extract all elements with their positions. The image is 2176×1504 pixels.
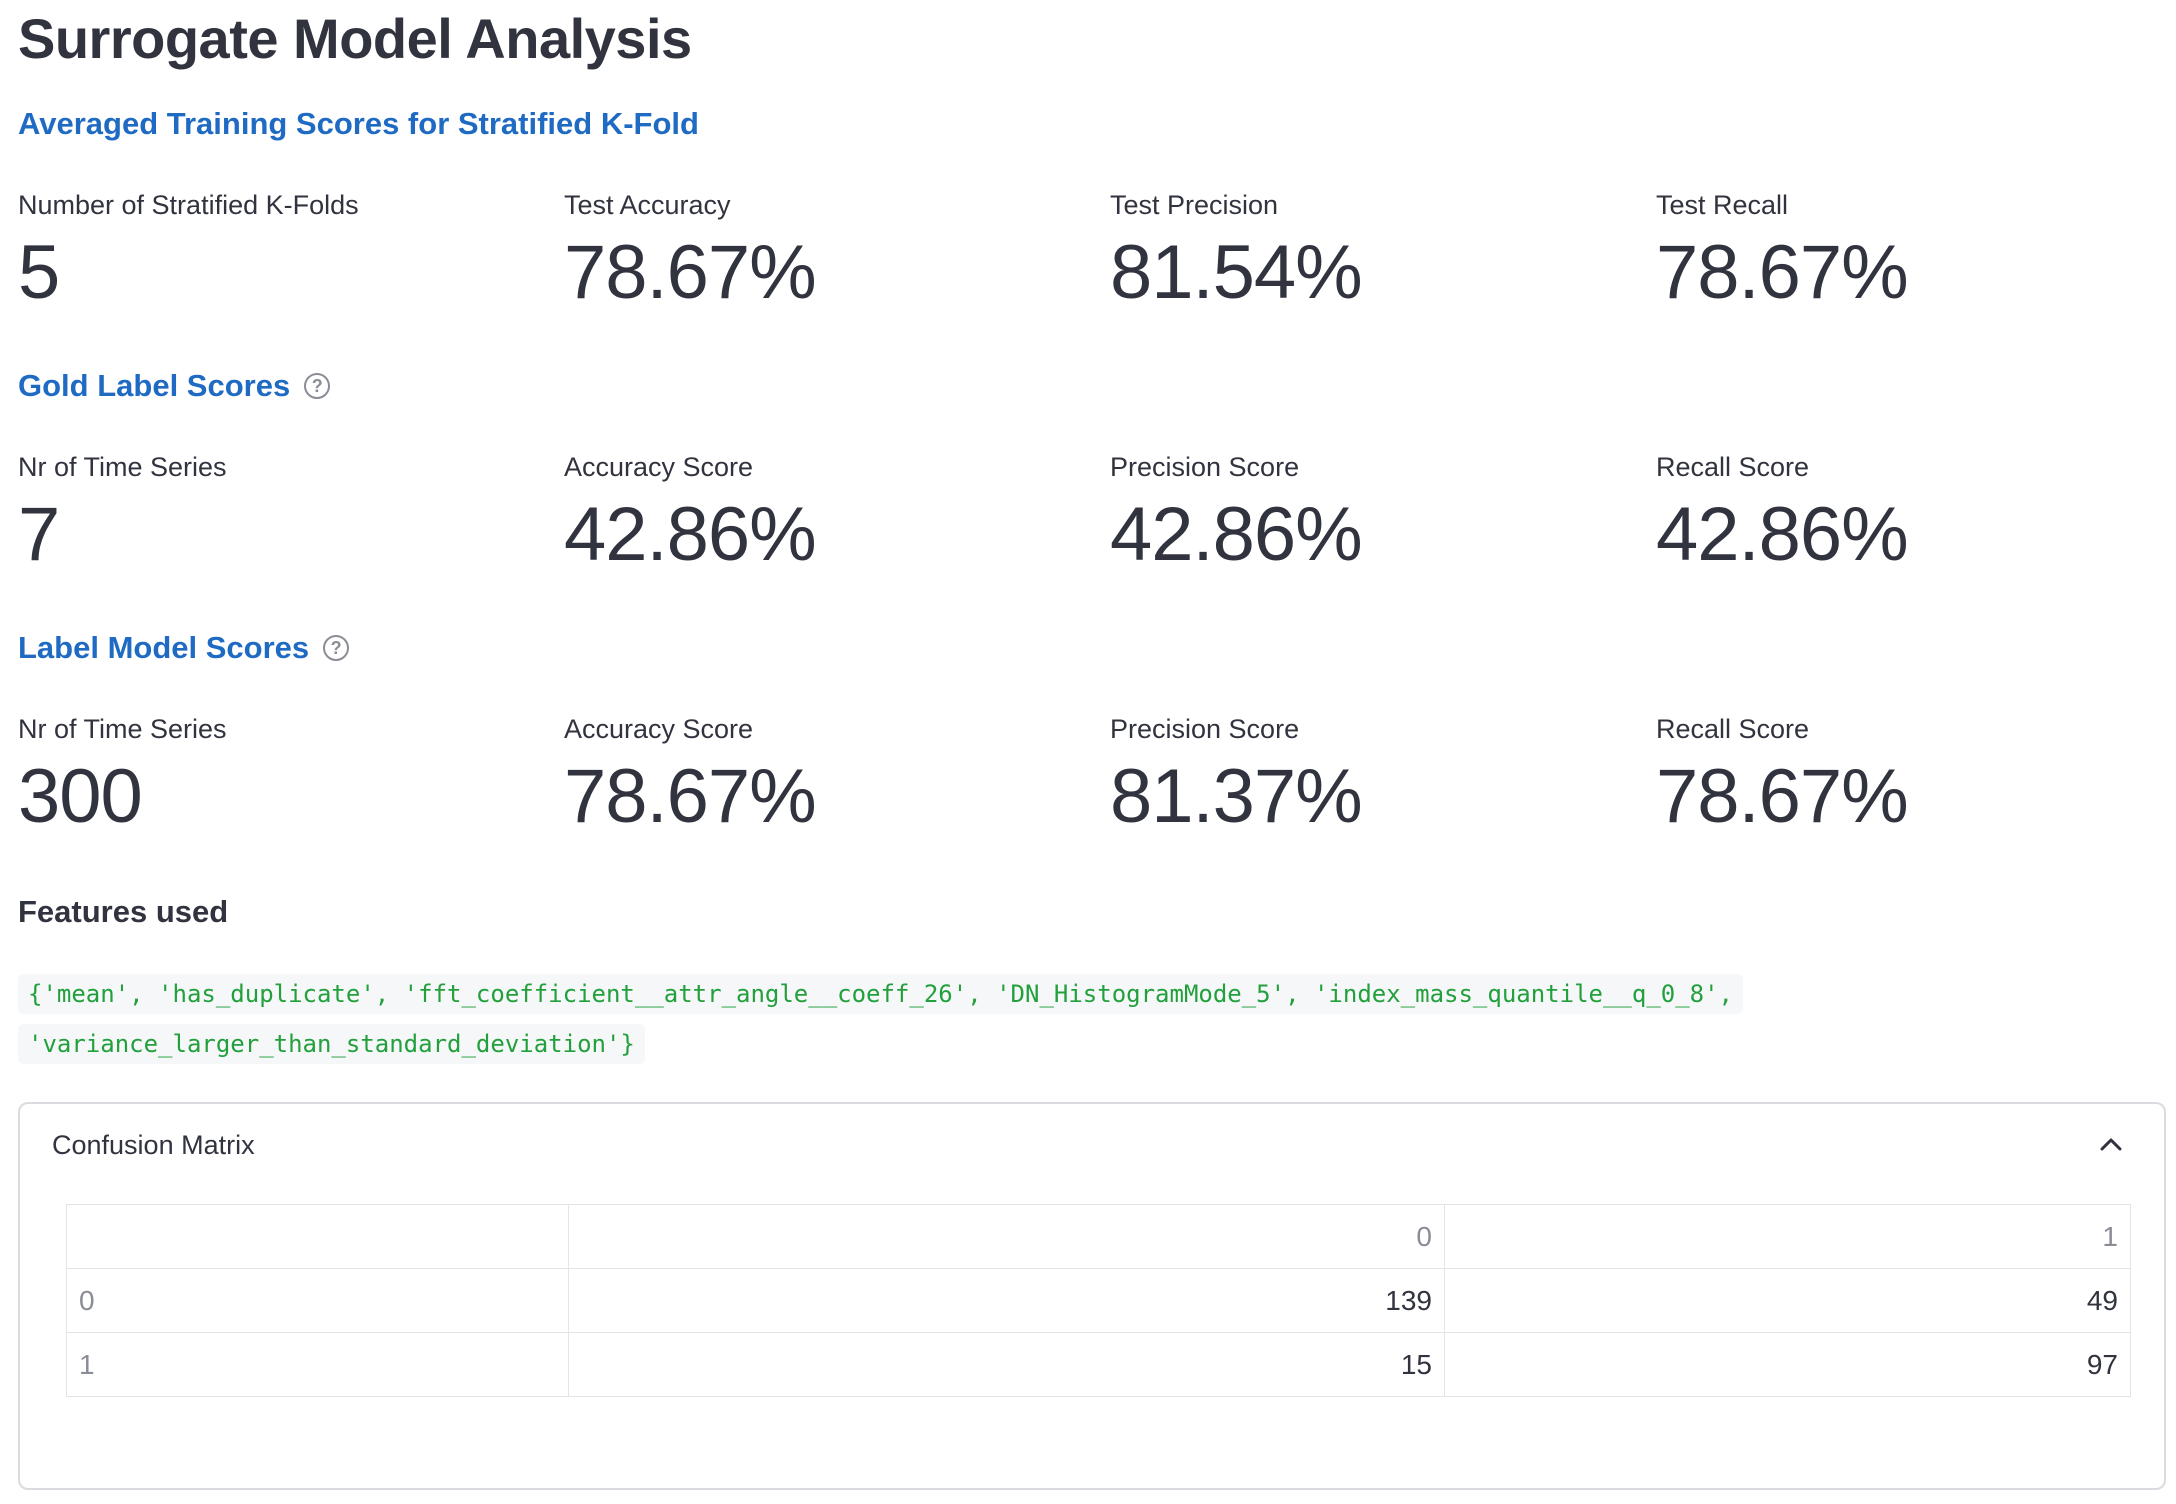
metric-label: Nr of Time Series	[18, 714, 227, 744]
metric-label: Test Precision	[1110, 190, 1279, 220]
metric-value: 78.67%	[1656, 754, 1909, 839]
expander-title[interactable]: Confusion Matrix	[52, 1130, 255, 1161]
metric-label: Number of Stratified K-Folds	[18, 190, 359, 220]
metric-label: Precision Score	[1110, 714, 1300, 744]
training-scores-heading: Averaged Training Scores for Stratified …	[18, 106, 699, 142]
label-model-heading: Label Model Scores ?	[18, 630, 350, 666]
confusion-matrix-table: 0 1 0 139 49 1 15 97	[66, 1204, 2131, 1397]
features-code-line-1: {'mean', 'has_duplicate', 'fft_coefficie…	[18, 974, 1744, 1014]
metric-label: Precision Score	[1110, 452, 1300, 482]
metric-accuracy-score: Accuracy Score 42.86%	[564, 452, 817, 578]
table-header-row: 0 1	[66, 1204, 2131, 1269]
row-index-cell: 0	[66, 1268, 569, 1333]
metric-value: 78.67%	[564, 754, 817, 839]
gold-metrics-row: Nr of Time Series 7 Accuracy Score 42.86…	[18, 452, 2176, 582]
question-circle-icon[interactable]: ?	[304, 373, 331, 399]
gold-label-heading-text: Gold Label Scores	[18, 368, 291, 403]
metric-value: 5	[18, 230, 60, 315]
metric-value: 300	[18, 754, 143, 839]
metric-label: Nr of Time Series	[18, 452, 227, 482]
table-cell: 15	[568, 1332, 1445, 1397]
metric-test-accuracy: Test Accuracy 78.67%	[564, 190, 817, 316]
metric-value: 42.86%	[1110, 492, 1363, 577]
gold-label-heading: Gold Label Scores ?	[18, 368, 331, 404]
table-cell: 97	[1444, 1332, 2131, 1397]
table-row: 0 139 49	[66, 1268, 2131, 1333]
metric-test-recall: Test Recall 78.67%	[1656, 190, 1909, 316]
header-cell: 1	[1444, 1204, 2131, 1269]
metric-nr-time-series: Nr of Time Series 7	[18, 452, 227, 578]
table-cell: 49	[1444, 1268, 2131, 1333]
metric-value: 78.67%	[1656, 230, 1909, 315]
table-cell: 139	[568, 1268, 1445, 1333]
metric-label: Test Accuracy	[564, 190, 731, 220]
metric-value: 42.86%	[1656, 492, 1909, 577]
metric-label: Accuracy Score	[564, 452, 754, 482]
metric-value: 7	[18, 492, 60, 577]
label-model-metrics-row: Nr of Time Series 300 Accuracy Score 78.…	[18, 714, 2176, 844]
label-model-heading-text: Label Model Scores	[18, 630, 310, 665]
metric-accuracy-score: Accuracy Score 78.67%	[564, 714, 817, 840]
metric-value: 42.86%	[564, 492, 817, 577]
metric-value: 81.37%	[1110, 754, 1363, 839]
metric-test-precision: Test Precision 81.54%	[1110, 190, 1363, 316]
features-used-label: Features used	[18, 894, 229, 929]
metric-value: 78.67%	[564, 230, 817, 315]
metric-label: Recall Score	[1656, 714, 1810, 744]
metric-recall-score: Recall Score 78.67%	[1656, 714, 1909, 840]
features-code-line-2: 'variance_larger_than_standard_deviation…	[18, 1024, 645, 1064]
confusion-matrix-expander[interactable]: Confusion Matrix 0 1 0 139 49 1 15 97	[18, 1102, 2166, 1490]
metric-label: Test Recall	[1656, 190, 1789, 220]
metric-kfolds: Number of Stratified K-Folds 5	[18, 190, 359, 316]
header-cell	[66, 1204, 569, 1269]
table-row: 1 15 97	[66, 1332, 2131, 1397]
page-title: Surrogate Model Analysis	[18, 7, 692, 70]
metric-precision-score: Precision Score 81.37%	[1110, 714, 1363, 840]
question-circle-icon[interactable]: ?	[323, 635, 350, 661]
metric-recall-score: Recall Score 42.86%	[1656, 452, 1909, 578]
training-scores-heading-text: Averaged Training Scores for Stratified …	[18, 106, 699, 141]
training-metrics-row: Number of Stratified K-Folds 5 Test Accu…	[18, 190, 2176, 320]
row-index-cell: 1	[66, 1332, 569, 1397]
metric-precision-score: Precision Score 42.86%	[1110, 452, 1363, 578]
header-cell: 0	[568, 1204, 1445, 1269]
chevron-up-icon[interactable]	[2098, 1134, 2124, 1154]
metric-value: 81.54%	[1110, 230, 1363, 315]
metric-nr-time-series: Nr of Time Series 300	[18, 714, 227, 840]
metric-label: Accuracy Score	[564, 714, 754, 744]
metric-label: Recall Score	[1656, 452, 1810, 482]
